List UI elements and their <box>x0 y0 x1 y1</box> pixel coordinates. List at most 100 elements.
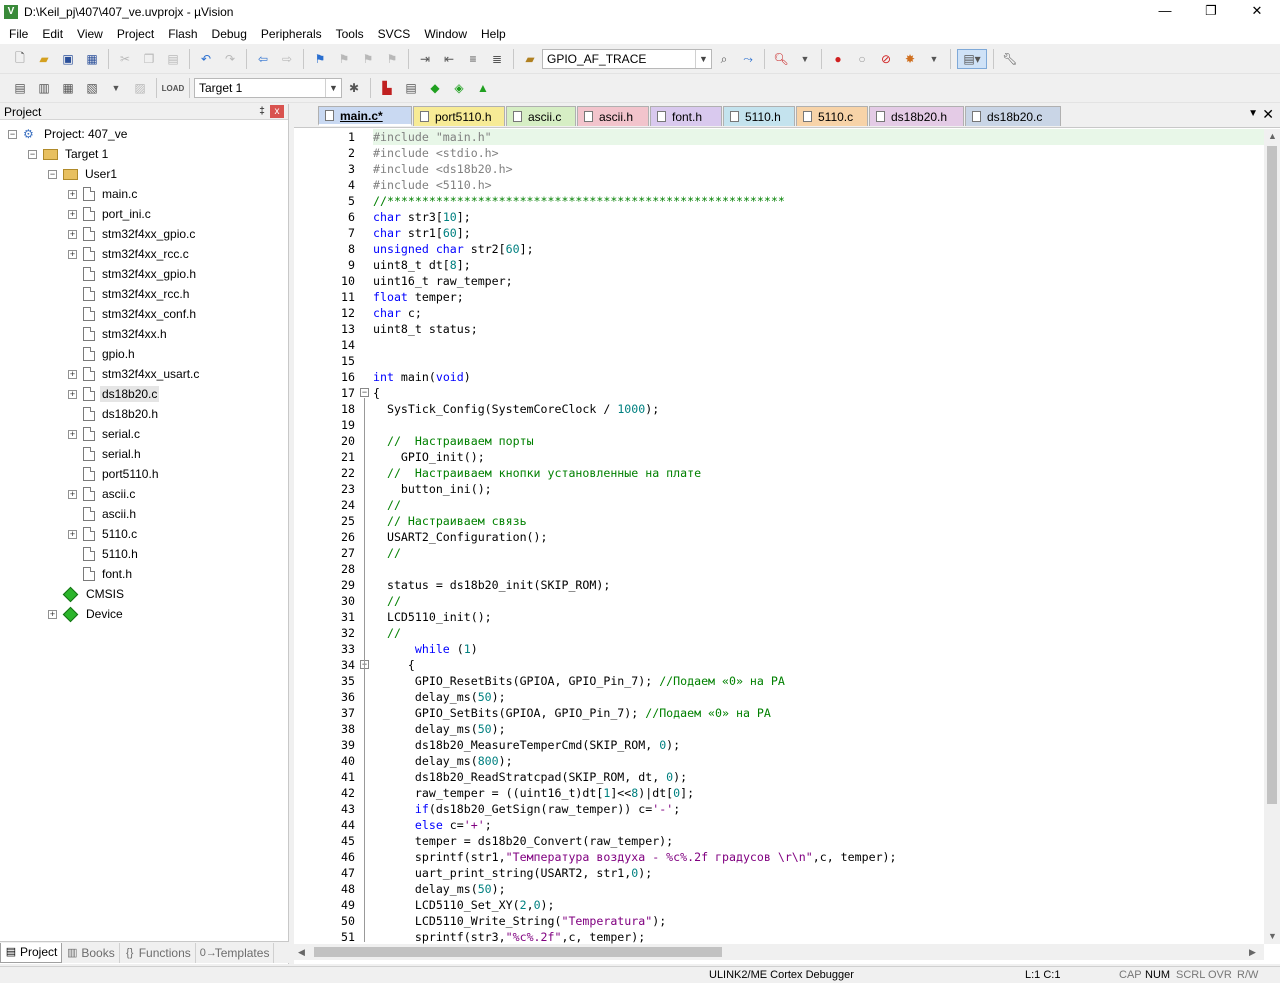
scroll-up-icon[interactable]: ▲ <box>1268 131 1277 141</box>
code-line[interactable]: raw_temper = ((uint16_t)dt[1]<<8)|dt[0]; <box>373 785 1264 801</box>
tree-file-item[interactable]: + stm32f4xx_rcc.c <box>0 244 285 264</box>
redo-icon[interactable]: ↷ <box>220 49 240 69</box>
tab-templates[interactable]: 0→ Templates <box>196 942 275 963</box>
code-line[interactable]: GPIO_init(); <box>373 449 1264 465</box>
indent-icon[interactable]: ⇥ <box>415 49 435 69</box>
vertical-scrollbar[interactable]: ▲ ▼ <box>1264 129 1280 944</box>
pin-icon[interactable]: ‡ <box>254 106 270 117</box>
tree-file-item[interactable]: stm32f4xx.h <box>0 324 285 344</box>
save-icon[interactable]: ▣ <box>58 49 78 69</box>
tree-file-item[interactable]: + stm32f4xx_usart.c <box>0 364 285 384</box>
close-window-button[interactable]: ✕ <box>1234 0 1280 23</box>
code-line[interactable]: // Настраиваем связь <box>373 513 1264 529</box>
code-line[interactable]: //**************************************… <box>373 193 1264 209</box>
chevron-down-icon[interactable]: ▼ <box>695 50 711 68</box>
code-line[interactable]: #include "main.h" <box>373 129 1264 145</box>
navigate-forward-icon[interactable]: ⇨ <box>277 49 297 69</box>
clear-bookmarks-icon[interactable]: ⚑ <box>382 49 402 69</box>
code-line[interactable]: { <box>373 385 1264 401</box>
menu-svcs[interactable]: SVCS <box>371 27 418 41</box>
next-bookmark-icon[interactable]: ⚑ <box>358 49 378 69</box>
code-line[interactable]: delay_ms(50); <box>373 689 1264 705</box>
tree-group-user1[interactable]: − User1 <box>0 164 285 184</box>
code-line[interactable]: { <box>373 657 1264 673</box>
maximize-button[interactable]: ❐ <box>1188 0 1234 23</box>
kill-breakpoints-icon[interactable]: ✸ <box>900 49 920 69</box>
collapse-icon[interactable]: − <box>8 129 17 139</box>
tree-project-root[interactable]: − ⚙ Project: 407_ve <box>0 124 285 144</box>
minimize-button[interactable]: — <box>1142 0 1188 23</box>
code-line[interactable]: char c; <box>373 305 1264 321</box>
target-options-icon[interactable]: ✱ <box>344 78 364 98</box>
code-line[interactable] <box>373 353 1264 369</box>
code-area[interactable]: #include "main.h" #include <stdio.h> #incl… <box>373 129 1264 944</box>
tree-file-item[interactable]: port5110.h <box>0 464 285 484</box>
menu-view[interactable]: View <box>70 27 110 41</box>
pack-installer-icon[interactable]: ◈ <box>449 78 469 98</box>
menu-debug[interactable]: Debug <box>205 27 254 41</box>
scroll-right-icon[interactable]: ▶ <box>1249 947 1256 958</box>
collapse-icon[interactable]: − <box>48 169 57 179</box>
expand-icon[interactable]: + <box>68 369 77 379</box>
tree-file-item[interactable]: ds18b20.h <box>0 404 285 424</box>
code-line[interactable]: // Настраиваем кнопки установленные на п… <box>373 465 1264 481</box>
editor-tab[interactable]: main.c* <box>318 106 412 126</box>
expand-icon[interactable]: + <box>68 529 77 539</box>
close-tab-icon[interactable]: ✕ <box>1262 106 1274 123</box>
tree-target[interactable]: − Target 1 <box>0 144 285 164</box>
expand-icon[interactable]: + <box>68 429 77 439</box>
code-line[interactable]: // <box>373 625 1264 641</box>
horizontal-scrollbar[interactable]: ◀ ▶ <box>294 944 1264 960</box>
menu-tools[interactable]: Tools <box>329 27 371 41</box>
code-line[interactable]: uint8_t status; <box>373 321 1264 337</box>
incremental-find-icon[interactable]: ⤳ <box>738 49 758 69</box>
code-line[interactable]: USART2_Configuration(); <box>373 529 1264 545</box>
save-all-icon[interactable]: ▦ <box>82 49 102 69</box>
code-line[interactable]: delay_ms(50); <box>373 721 1264 737</box>
menu-flash[interactable]: Flash <box>161 27 204 41</box>
tree-file-item[interactable]: + ds18b20.c <box>0 384 285 404</box>
code-line[interactable]: delay_ms(50); <box>373 881 1264 897</box>
tree-file-item[interactable]: + main.c <box>0 184 285 204</box>
tab-project[interactable]: ▤ Project <box>0 942 63 963</box>
code-line[interactable] <box>373 561 1264 577</box>
vertical-scroll-thumb[interactable] <box>1267 146 1277 804</box>
build-icon[interactable]: ▥ <box>34 78 54 98</box>
scroll-down-icon[interactable]: ▼ <box>1268 931 1277 941</box>
code-line[interactable]: #include <stdio.h> <box>373 145 1264 161</box>
close-panel-icon[interactable]: x <box>270 105 284 118</box>
code-line[interactable]: uart_print_string(USART2, str1,0); <box>373 865 1264 881</box>
translate-icon[interactable]: ▤ <box>10 78 30 98</box>
menu-file[interactable]: File <box>2 27 35 41</box>
unindent-icon[interactable]: ⇤ <box>439 49 459 69</box>
code-line[interactable] <box>373 417 1264 433</box>
comment-icon[interactable]: ≡ <box>463 49 483 69</box>
code-line[interactable]: uint16_t raw_temper; <box>373 273 1264 289</box>
code-line[interactable]: while (1) <box>373 641 1264 657</box>
editor-tab[interactable]: 5110.h <box>723 106 795 126</box>
navigate-back-icon[interactable]: ⇦ <box>253 49 273 69</box>
code-line[interactable]: char str3[10]; <box>373 209 1264 225</box>
code-line[interactable]: unsigned char str2[60]; <box>373 241 1264 257</box>
copy-icon[interactable]: ❐ <box>139 49 159 69</box>
undo-icon[interactable]: ↶ <box>196 49 216 69</box>
collapse-icon[interactable]: − <box>28 149 37 159</box>
code-line[interactable]: sprintf(str1,"Температура воздуха - %c%.… <box>373 849 1264 865</box>
tree-file-item[interactable]: ascii.h <box>0 504 285 524</box>
editor-tab[interactable]: 5110.c <box>796 106 868 126</box>
tree-device[interactable]: + Device <box>0 604 285 624</box>
tree-file-item[interactable]: stm32f4xx_rcc.h <box>0 284 285 304</box>
stop-build-icon[interactable]: ▨ <box>130 78 150 98</box>
code-line[interactable]: GPIO_SetBits(GPIOA, GPIO_Pin_7); //Подае… <box>373 705 1264 721</box>
new-file-icon[interactable]: 🗋 <box>10 49 30 69</box>
find-icon[interactable]: ⌕ <box>714 49 734 69</box>
code-line[interactable]: #include <5110.h> <box>373 177 1264 193</box>
expand-icon[interactable]: + <box>68 229 77 239</box>
scroll-left-icon[interactable]: ◀ <box>298 947 305 958</box>
code-line[interactable]: GPIO_ResetBits(GPIOA, GPIO_Pin_7); //Под… <box>373 673 1264 689</box>
code-line[interactable]: delay_ms(800); <box>373 753 1264 769</box>
menu-edit[interactable]: Edit <box>35 27 70 41</box>
expand-icon[interactable]: + <box>68 189 77 199</box>
start-debug-icon[interactable]: 🔍︎ <box>771 49 791 69</box>
configure-icon[interactable]: 🔧︎ <box>1000 49 1020 69</box>
